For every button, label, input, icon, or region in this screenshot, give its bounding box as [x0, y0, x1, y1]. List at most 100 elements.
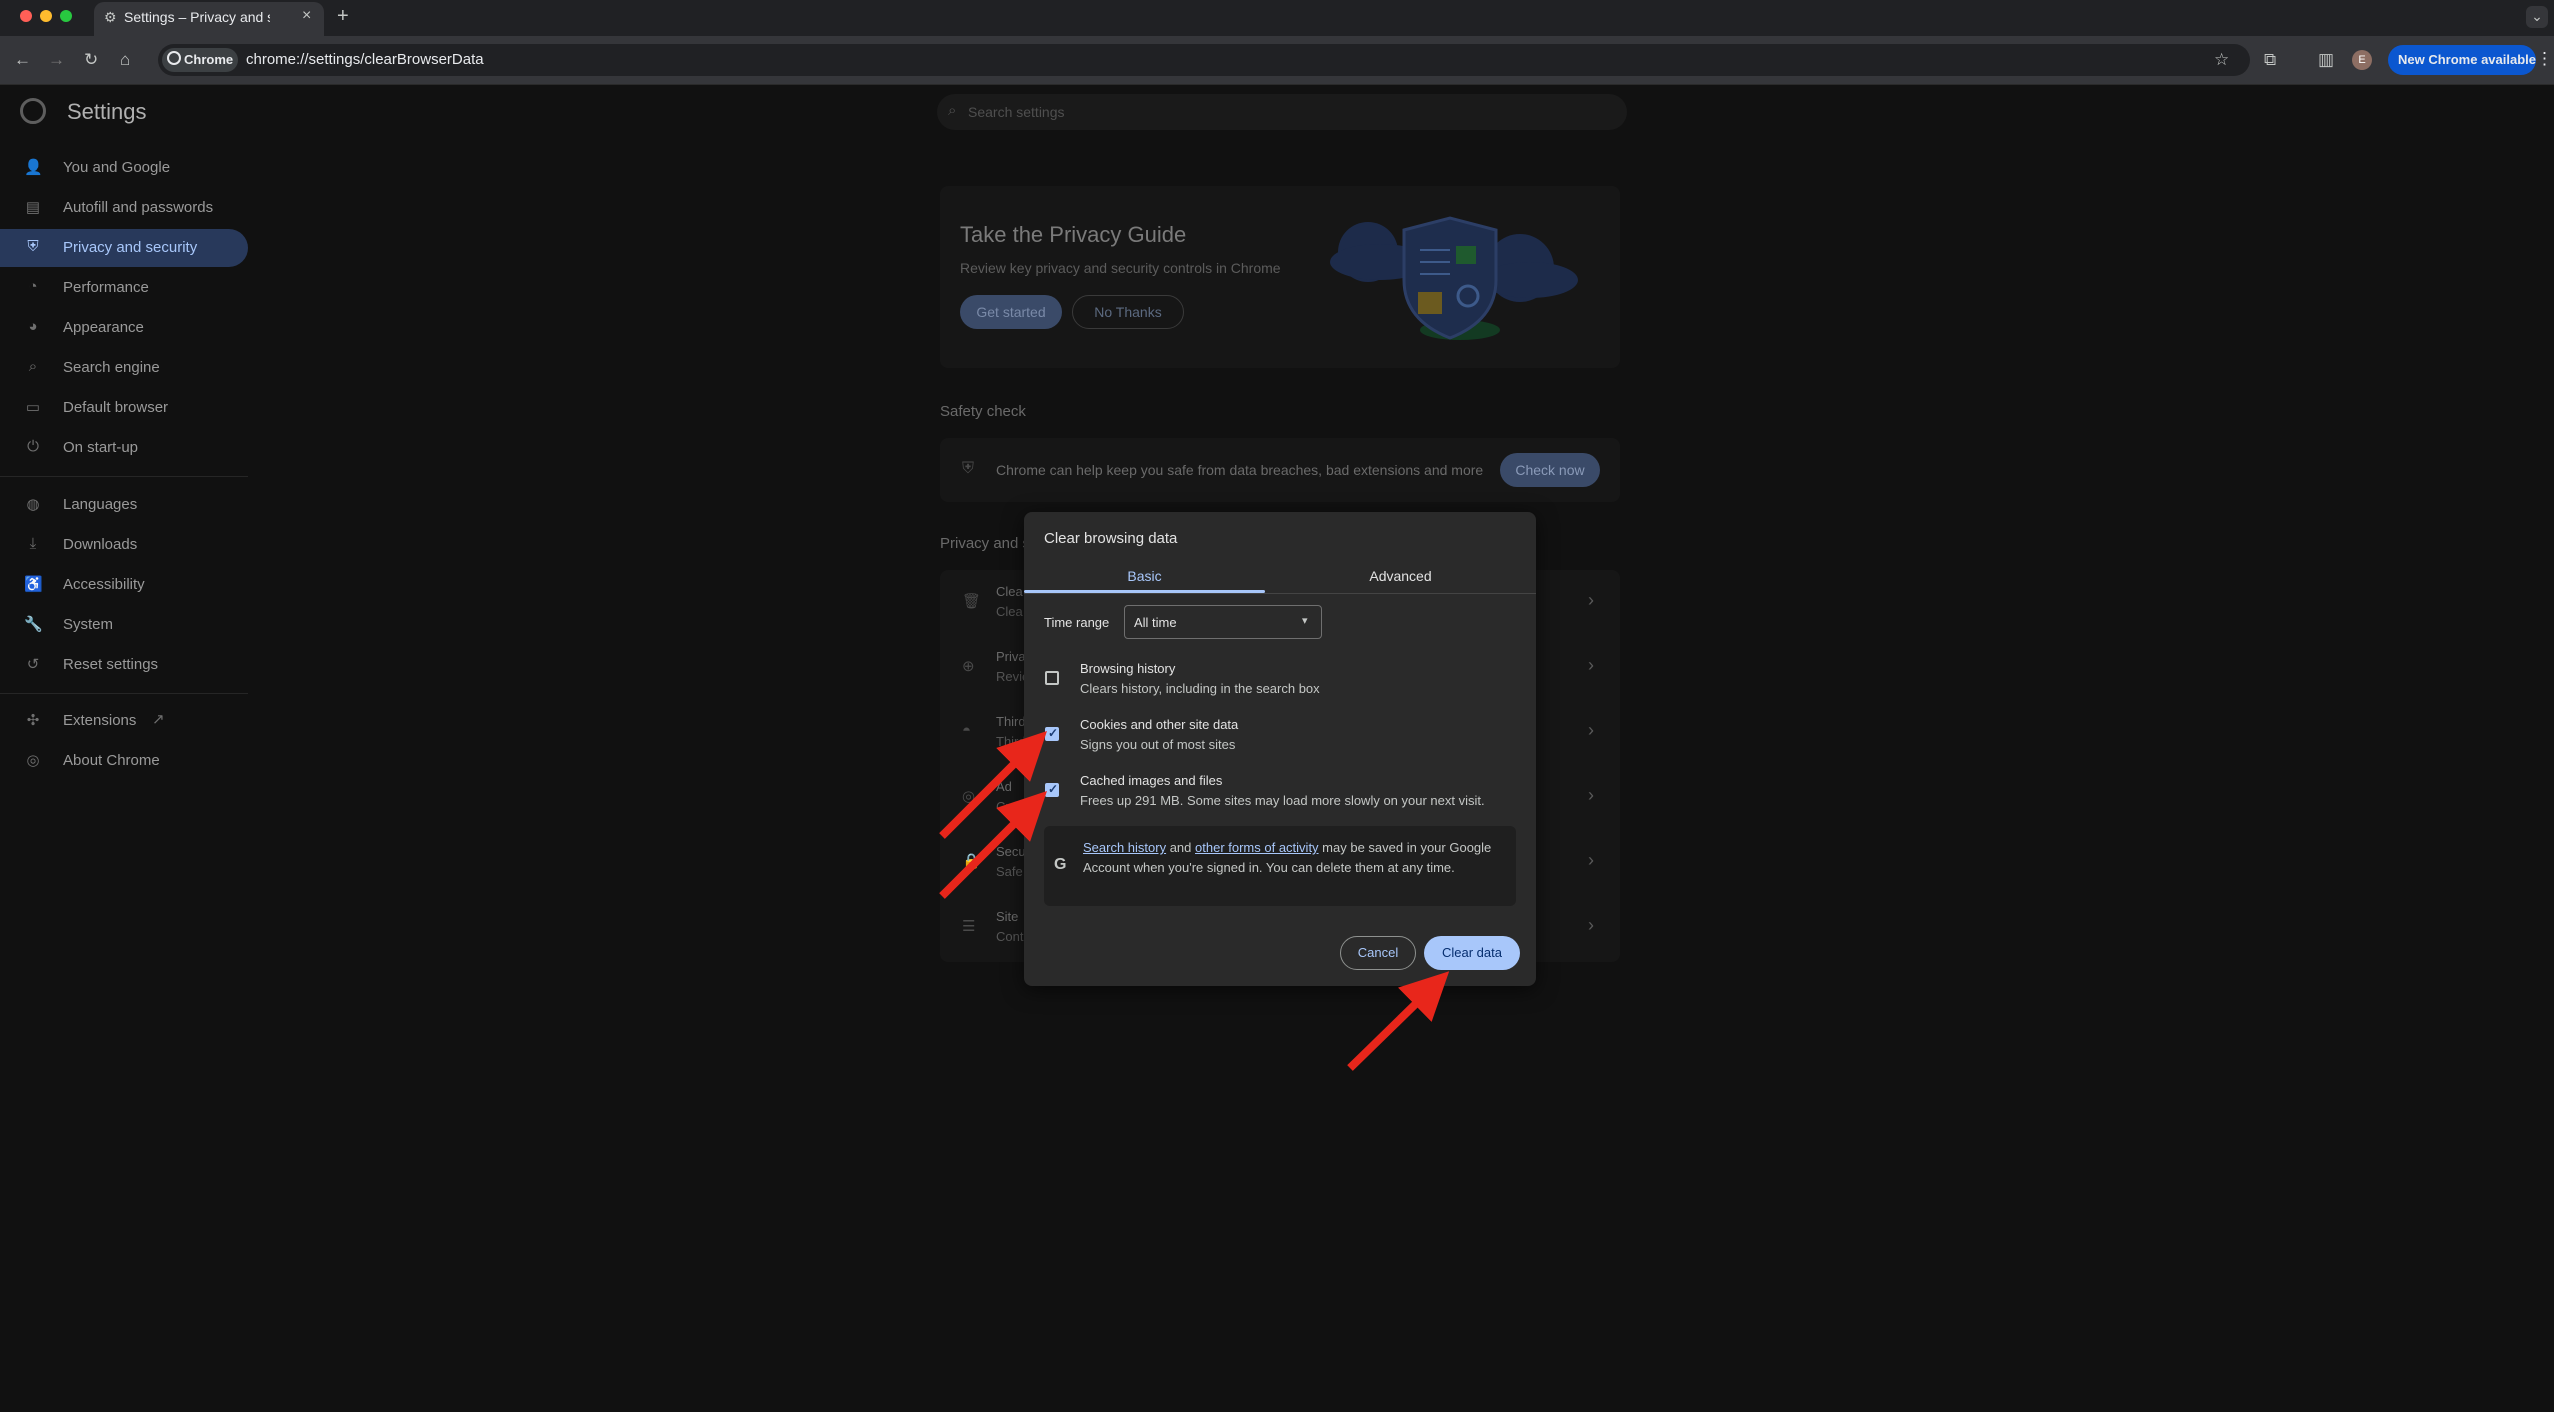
shield-icon: ⛨ [962, 460, 975, 477]
clear-data-button[interactable]: Clear data [1424, 936, 1520, 970]
cookies-label: Cookies and other site data [1080, 717, 1239, 732]
row-title: Secu [996, 844, 1026, 859]
sidebar-item-label: Performance [63, 279, 149, 296]
cached-images-checkbox[interactable]: ✓ [1045, 782, 1059, 797]
globe-icon: ◍ [26, 496, 40, 513]
active-tab-indicator [1024, 590, 1265, 593]
person-icon: 👤 [24, 159, 43, 176]
reload-icon[interactable]: ↻ [84, 50, 98, 70]
profile-avatar[interactable]: E [2352, 50, 2372, 70]
extensions-icon[interactable]: ⧉ [2264, 50, 2276, 70]
side-panel-icon[interactable]: ▥ [2318, 50, 2334, 70]
tab-divider [1024, 593, 1536, 594]
chevron-right-icon[interactable]: › [1588, 850, 1594, 871]
google-account-info-text: Search history and other forms of activi… [1083, 838, 1503, 878]
accessibility-icon: ♿ [24, 576, 43, 593]
settings-title: Settings [67, 99, 147, 124]
check-now-button[interactable]: Check now [1500, 453, 1600, 487]
gear-icon: ⚙ [104, 9, 117, 25]
chevron-right-icon[interactable]: › [1588, 720, 1594, 741]
tab-close-icon[interactable]: × [302, 7, 311, 25]
sidebar-item-label: System [63, 616, 114, 633]
row-subtitle: Third [996, 734, 1026, 749]
sidebar-divider [0, 693, 248, 694]
sidebar-item-label: You and Google [63, 159, 171, 176]
zoom-window-button[interactable] [60, 10, 72, 22]
row-title: Priva [996, 649, 1026, 664]
sliders-icon: ☰ [962, 918, 976, 935]
sidebar-item-label: Downloads [63, 536, 138, 553]
sidebar-item-label: On start-up [63, 439, 139, 456]
time-range-label: Time range [1044, 615, 1110, 630]
privacy-guide-illustration [1330, 216, 1578, 340]
wrench-icon: 🔧 [24, 616, 43, 633]
history-icon: ↺ [26, 656, 40, 673]
tab-strip [0, 0, 2554, 36]
row-title: Site [996, 909, 1019, 924]
cookies-checkbox[interactable]: ✓ [1045, 726, 1059, 741]
close-window-button[interactable] [20, 10, 32, 22]
menu-icon[interactable]: ⋮ [2536, 49, 2553, 69]
cancel-button[interactable]: Cancel [1340, 936, 1416, 970]
no-thanks-button[interactable]: No Thanks [1072, 295, 1184, 329]
cached-images-label: Cached images and files [1080, 773, 1223, 788]
cookies-description: Signs you out of most sites [1080, 737, 1236, 752]
update-label: New Chrome available [2398, 52, 2536, 67]
minimize-window-button[interactable] [40, 10, 52, 22]
speedometer-icon: ◔ [28, 278, 38, 295]
sidebar-item-label: Extensions [63, 712, 137, 729]
lock-icon: 🔒 [962, 853, 981, 870]
trash-icon: 🗑 [962, 593, 982, 610]
home-icon[interactable]: ⌂ [120, 50, 130, 70]
search-input[interactable]: Search settings [968, 104, 1065, 120]
google-logo-icon: G [1054, 856, 1067, 873]
tab-search-button[interactable]: ⌄ [2526, 6, 2548, 28]
dialog-title: Clear browsing data [1044, 530, 1178, 547]
tab-title: Settings – Privacy and security [124, 9, 270, 25]
sidebar-item-label: Autofill and passwords [63, 199, 214, 216]
settings-logo-icon [20, 98, 46, 124]
checkmark-icon: ✓ [1048, 726, 1059, 740]
safety-check-heading: Safety check [940, 403, 1026, 420]
row-subtitle: Safe [996, 864, 1023, 879]
bookmark-star-icon[interactable]: ☆ [2214, 50, 2229, 70]
sidebar-item-label: Appearance [63, 319, 144, 336]
sidebar-item-label: Reset settings [63, 656, 159, 673]
chevron-right-icon[interactable]: › [1588, 590, 1594, 611]
new-tab-button[interactable]: + [337, 5, 349, 28]
clipboard-icon: ▤ [25, 199, 41, 216]
tab-advanced[interactable]: Advanced [1265, 560, 1536, 592]
search-icon: ⌕ [948, 102, 957, 119]
cached-images-description: Frees up 291 MB. Some sites may load mor… [1080, 793, 1485, 808]
tab-basic[interactable]: Basic [1024, 560, 1265, 592]
puzzle-icon: ✣ [26, 712, 40, 729]
sidebar-item-label: About Chrome [63, 752, 160, 769]
chevron-right-icon[interactable]: › [1588, 785, 1594, 806]
forward-icon[interactable]: → [48, 50, 65, 70]
browser-icon: ▭ [25, 399, 41, 416]
chevron-right-icon[interactable]: › [1588, 655, 1594, 676]
sidebar-item-label: Privacy and security [63, 239, 198, 256]
ad-privacy-icon: ◎ [962, 788, 976, 805]
safety-check-text: Chrome can help keep you safe from data … [996, 462, 1484, 478]
site-chip-label: Chrome [184, 52, 234, 67]
power-icon: ⏻ [27, 438, 39, 455]
get-started-button[interactable]: Get started [960, 295, 1062, 329]
browsing-history-checkbox[interactable] [1045, 671, 1059, 685]
open-in-new-icon: ↗ [152, 711, 165, 728]
tab-basic-label: Basic [1127, 568, 1162, 584]
cookie-icon: ◓ [962, 722, 972, 739]
row-subtitle: Cust [996, 799, 1023, 814]
chevron-right-icon[interactable]: › [1588, 915, 1594, 936]
annotation-arrow-clear-data [1347, 971, 1450, 1071]
chrome-icon [167, 51, 181, 65]
url-text[interactable]: chrome://settings/clearBrowserData [246, 51, 484, 68]
search-history-link[interactable]: Search history [1083, 840, 1166, 855]
other-forms-of-activity-link[interactable]: other forms of activity [1195, 840, 1319, 855]
privacy-section-heading: Privacy and s [940, 535, 1031, 552]
time-range-value: All time [1134, 615, 1177, 630]
back-icon[interactable]: ← [14, 50, 31, 70]
privacy-guide-title: Take the Privacy Guide [960, 222, 1187, 247]
tab-advanced-label: Advanced [1369, 568, 1432, 584]
sidebar-item-label: Search engine [63, 359, 160, 376]
